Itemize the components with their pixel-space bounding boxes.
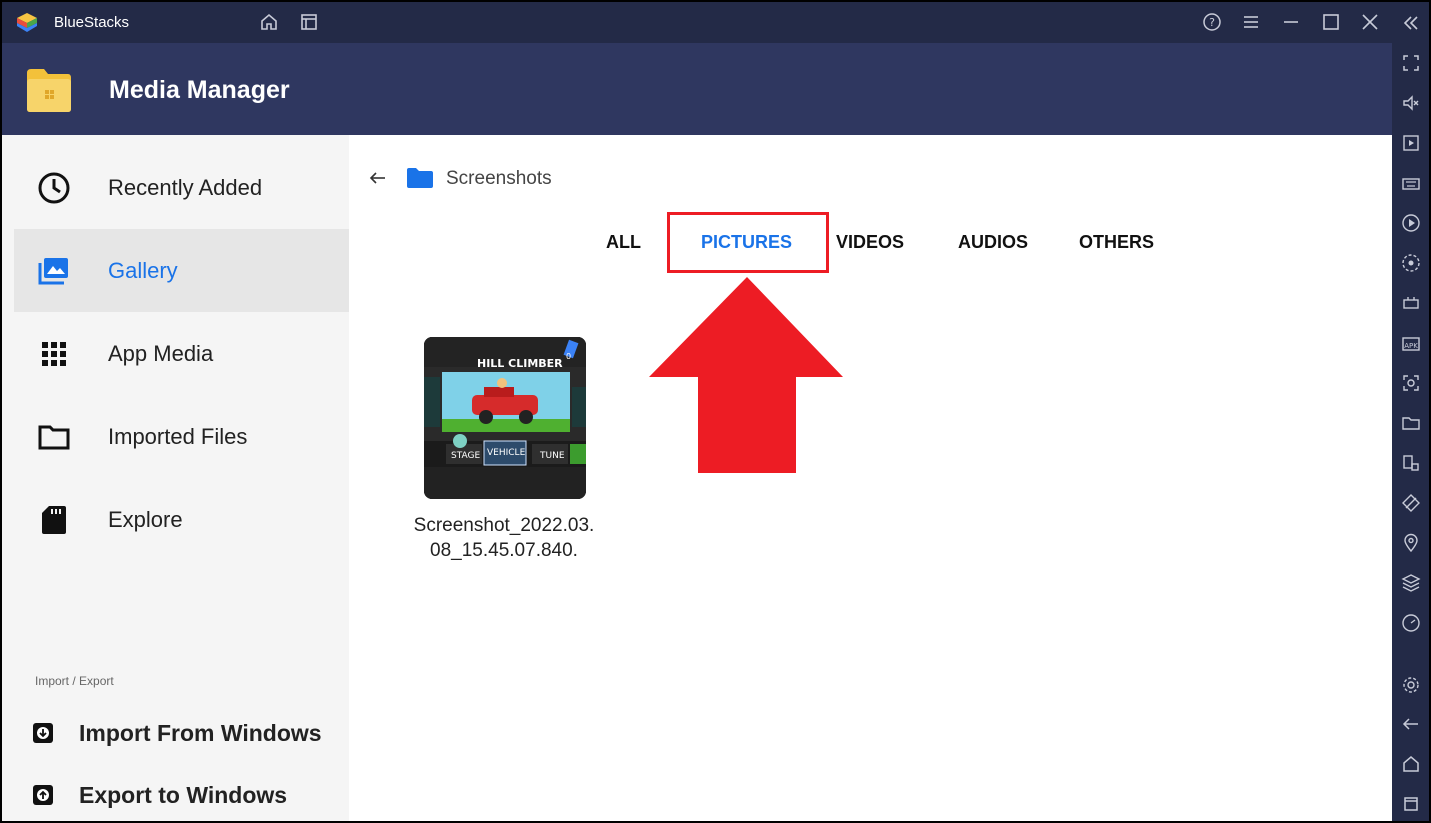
- close-icon[interactable]: [1359, 11, 1381, 33]
- title-bar: BlueStacks ?: [2, 2, 1392, 43]
- media-player-icon[interactable]: [1400, 132, 1422, 154]
- export-icon: [32, 784, 54, 806]
- help-icon[interactable]: ?: [1201, 11, 1223, 33]
- android-home-icon[interactable]: [1400, 753, 1422, 775]
- app-header: Media Manager: [2, 43, 1392, 135]
- collapse-sidebar-icon[interactable]: [1400, 12, 1422, 34]
- screenshot-icon[interactable]: [1400, 372, 1422, 394]
- media-manager-folder-icon: [24, 65, 74, 115]
- thumb-vehicle-label: VEHICLE: [487, 448, 526, 458]
- minimize-icon[interactable]: [1280, 11, 1302, 33]
- export-to-windows-button[interactable]: Export to Windows: [32, 774, 342, 814]
- sidebar-item-label: Imported Files: [108, 424, 248, 449]
- record-icon[interactable]: [1400, 252, 1422, 274]
- red-arrow-annotation: [649, 277, 843, 473]
- sidebar-item-label: Gallery: [108, 258, 178, 283]
- file-thumbnail[interactable]: HILL CLIMBER STAGE VEHICLE TUNE 0: [424, 337, 586, 499]
- sidebar-item-recently-added[interactable]: Recently Added: [14, 146, 349, 229]
- sd-card-icon: [36, 502, 72, 538]
- import-label: Import From Windows: [79, 720, 322, 746]
- volume-mute-icon[interactable]: [1400, 92, 1422, 114]
- sidebar-item-app-media[interactable]: App Media: [14, 312, 349, 395]
- settings-icon[interactable]: [1400, 674, 1422, 696]
- svg-text:APK: APK: [1404, 342, 1418, 350]
- import-from-windows-button[interactable]: Import From Windows: [32, 712, 342, 752]
- page-title: Media Manager: [109, 76, 290, 104]
- back-arrow-icon[interactable]: [367, 167, 389, 189]
- import-icon: [32, 722, 54, 744]
- grid-icon: [36, 336, 72, 372]
- file-caption[interactable]: Screenshot_2022.03.08_15.45.07.840.: [409, 513, 599, 563]
- sidebar-item-imported-files[interactable]: Imported Files: [14, 395, 349, 478]
- tab-videos[interactable]: VIDEOS: [836, 232, 904, 253]
- recent-apps-icon[interactable]: [1400, 793, 1422, 815]
- sidebar: Recently Added Gallery App Media Importe…: [2, 135, 349, 821]
- install-apk-icon[interactable]: APK: [1400, 332, 1422, 354]
- performance-icon[interactable]: [1400, 612, 1422, 634]
- macro-play-icon[interactable]: [1400, 212, 1422, 234]
- bluestacks-logo-icon: [16, 12, 38, 34]
- sidebar-item-gallery[interactable]: Gallery: [14, 229, 349, 312]
- thumb-counter: 0: [566, 352, 571, 361]
- game-controls-icon[interactable]: [1400, 292, 1422, 314]
- back-arrow-icon[interactable]: [1400, 713, 1422, 735]
- tab-audios[interactable]: AUDIOS: [958, 232, 1028, 253]
- layers-icon[interactable]: [1400, 572, 1422, 594]
- highlight-box: [667, 212, 829, 273]
- thumb-stage-label: STAGE: [451, 451, 480, 461]
- multi-instance-sync-icon[interactable]: [1400, 452, 1422, 474]
- keyboard-icon[interactable]: [1400, 172, 1422, 194]
- fullscreen-icon[interactable]: [1400, 52, 1422, 74]
- gallery-icon: [36, 253, 72, 289]
- multi-instance-icon[interactable]: [298, 11, 320, 33]
- folder-icon: [36, 419, 72, 455]
- tab-others[interactable]: OTHERS: [1079, 232, 1154, 253]
- thumb-tune-label: TUNE: [539, 451, 565, 461]
- sidebar-item-label: Recently Added: [108, 175, 263, 200]
- app-name: BlueStacks: [54, 14, 130, 31]
- clock-icon: [36, 170, 72, 206]
- sidebar-item-label: Explore: [108, 507, 183, 532]
- eco-mode-icon[interactable]: [1400, 492, 1422, 514]
- menu-icon[interactable]: [1240, 11, 1262, 33]
- bluestacks-window: BlueStacks ? APK Media Manager Recently …: [0, 0, 1431, 823]
- sidebar-item-label: App Media: [108, 341, 214, 366]
- right-toolbar: APK: [1392, 2, 1429, 821]
- media-folder-icon[interactable]: [1400, 412, 1422, 434]
- location-icon[interactable]: [1400, 532, 1422, 554]
- maximize-icon[interactable]: [1320, 11, 1342, 33]
- sidebar-item-explore[interactable]: Explore: [14, 478, 349, 561]
- home-icon[interactable]: [258, 11, 280, 33]
- thumb-title: HILL CLIMBER: [477, 357, 563, 370]
- main-panel: Screenshots ALL PICTURES VIDEOS AUDIOS O…: [349, 135, 1392, 821]
- content-area: Recently Added Gallery App Media Importe…: [2, 135, 1392, 821]
- export-label: Export to Windows: [79, 782, 288, 808]
- breadcrumb-folder-icon: [406, 167, 434, 189]
- svg-text:?: ?: [1209, 16, 1215, 29]
- tab-all[interactable]: ALL: [606, 232, 641, 253]
- breadcrumb: Screenshots: [446, 168, 552, 189]
- import-export-header: Import / Export: [35, 674, 114, 688]
